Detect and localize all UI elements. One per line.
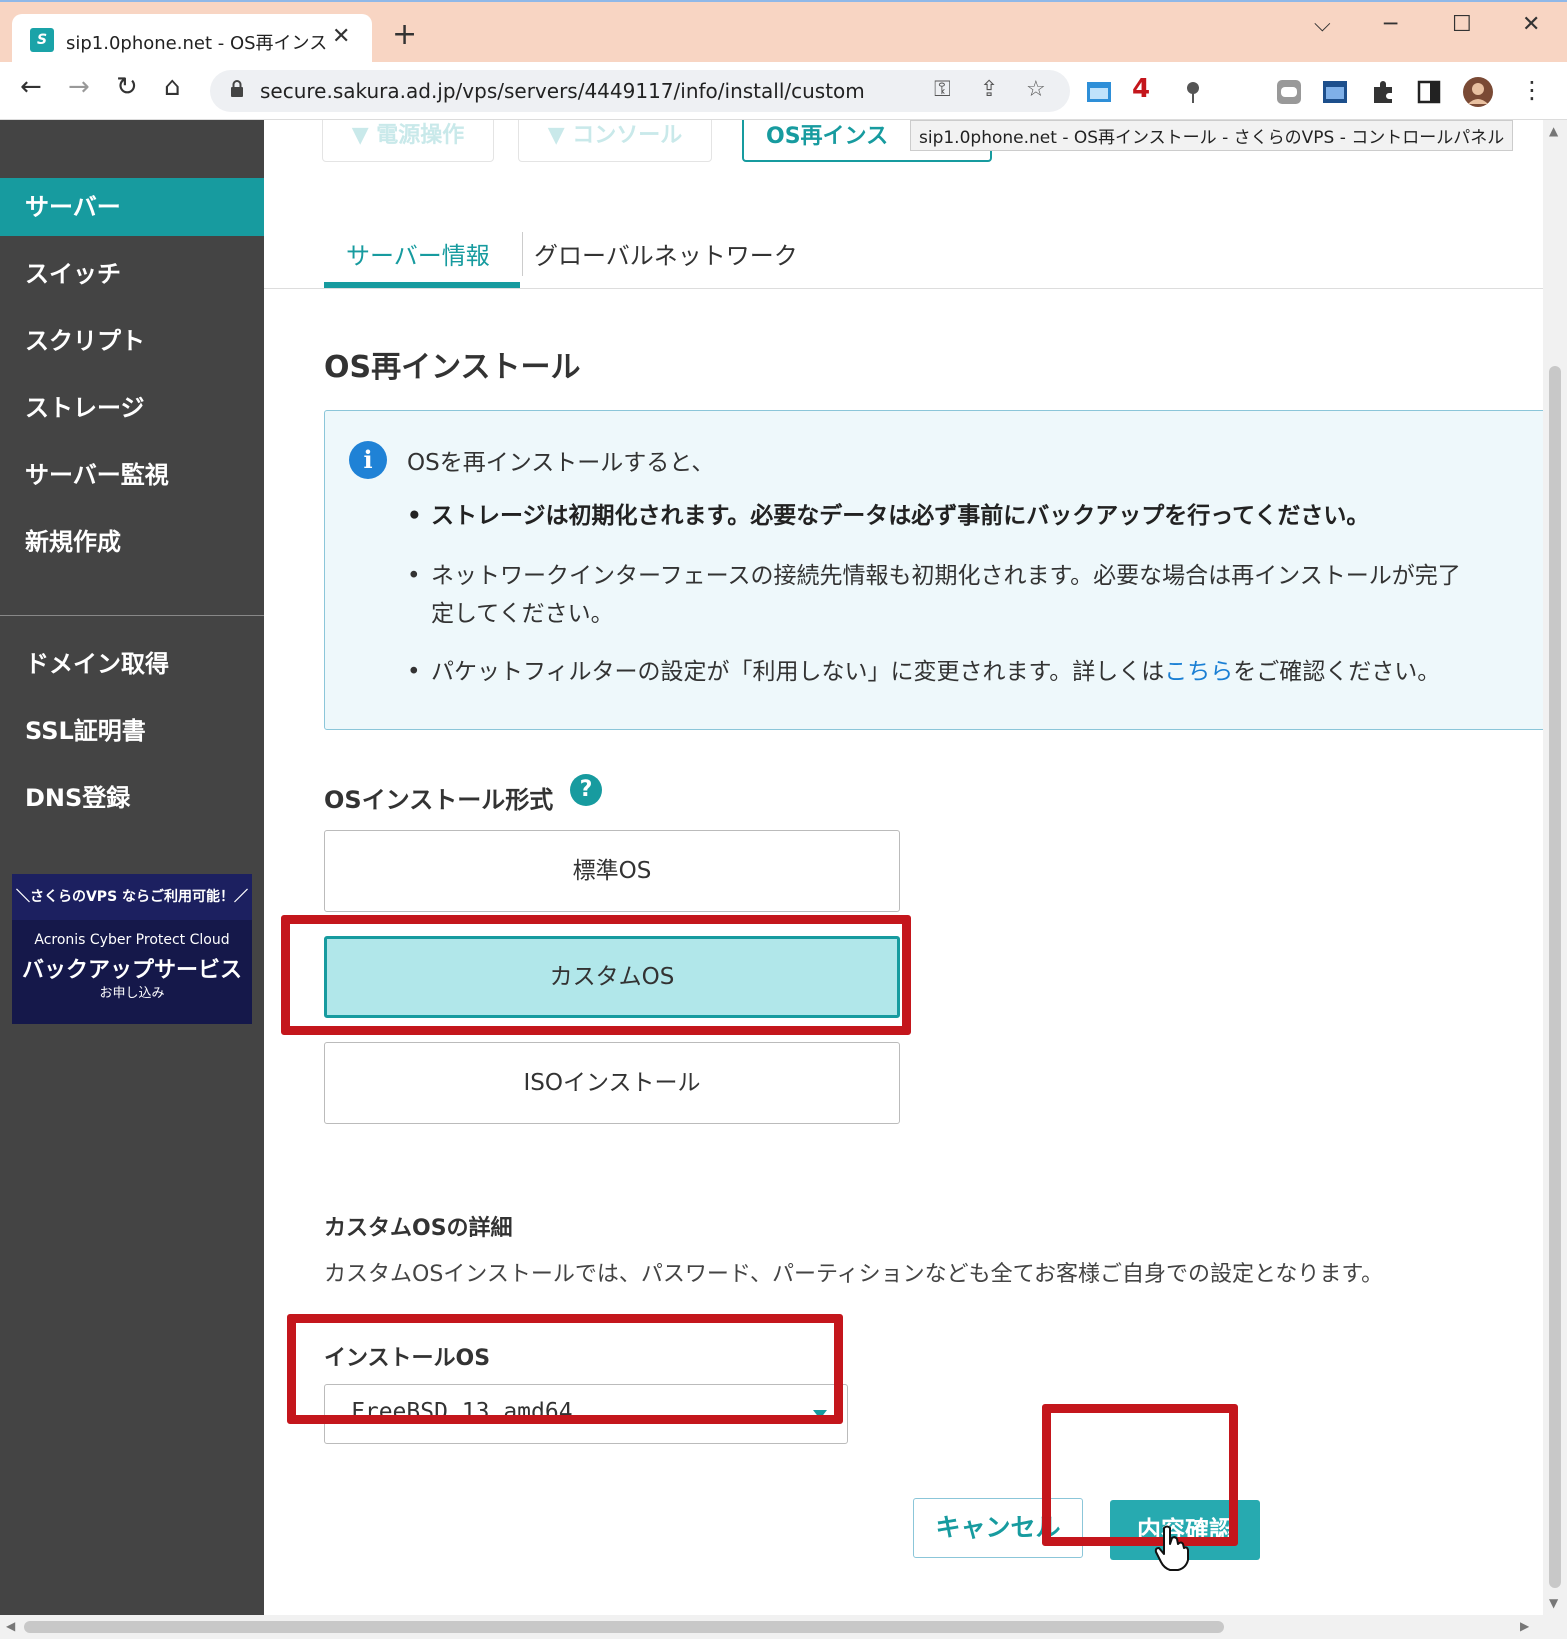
details-link[interactable]: こちら [1164,659,1233,685]
sidebar-item-server[interactable]: サーバー [0,178,264,236]
line-extension-icon[interactable] [1276,79,1302,105]
screenshot-extension-icon[interactable] [1322,79,1348,105]
tab-server-info[interactable]: サーバー情報 [346,236,490,271]
sidebar-item-ssl[interactable]: SSL証明書 [0,702,264,760]
extension-counter-icon[interactable]: 4 [1132,74,1150,104]
sidebar-divider [0,615,264,616]
custom-os-detail-text: カスタムOSインストールでは、パスワード、パーティションなども全てお客様ご自身で… [324,1262,1384,1287]
info-bullet-network-line2: 定してください。 [431,601,614,627]
info-bullet-network: ネットワークインターフェースの接続先情報も初期化されます。必要な場合は再インスト… [407,557,1461,633]
sidebar-item-domain[interactable]: ドメイン取得 [0,635,264,693]
browser-menu-icon[interactable]: ⋮ [1520,76,1544,104]
iso-install-option[interactable]: ISOインストール [324,1042,900,1124]
browser-tab[interactable]: S sip1.0phone.net - OS再インストール ✕ [12,14,372,66]
sidebar-item-storage[interactable]: ストレージ [0,379,264,437]
info-bullet-packet-filter-suffix: をご確認ください。 [1233,659,1441,685]
extensions-puzzle-icon[interactable] [1370,79,1396,105]
backup-service-banner[interactable]: ＼さくらのVPS ならご利用可能！／ Acronis Cyber Protect… [12,874,252,1024]
info-bullet-storage-text: ストレージは初期化されます。必要なデータは必ず事前にバックアップを行ってください… [431,503,1370,529]
sidebar-item-switch[interactable]: スイッチ [0,245,264,303]
info-bullet-packet-filter-text: パケットフィルターの設定が「利用しない」に変更されます。詳しくは [431,659,1165,685]
help-icon[interactable]: ? [570,774,602,806]
forward-icon[interactable]: → [68,74,90,100]
info-bullet-network-line1: ネットワークインターフェースの接続先情報も初期化されます。必要な場合は再インスト… [431,563,1461,589]
vertical-scrollbar[interactable]: ▲ ▼ [1543,120,1567,1615]
scroll-left-icon[interactable]: ◀ [6,1619,15,1633]
scroll-right-icon[interactable]: ▶ [1520,1619,1529,1633]
scroll-down-icon[interactable]: ▼ [1549,1596,1558,1610]
tab-separator [522,232,523,276]
banner-headline: バックアップサービス [21,958,242,983]
window-close-icon[interactable]: ✕ [1522,12,1540,37]
address-bar[interactable]: secure.sakura.ad.jp/vps/servers/4449117/… [210,70,1070,112]
home-icon[interactable]: ⌂ [164,74,181,100]
reload-icon[interactable]: ↻ [116,74,138,100]
standard-os-option[interactable]: 標準OS [324,830,900,912]
tab-title: sip1.0phone.net - OS再インストール [66,33,326,54]
horizontal-scroll-thumb[interactable] [24,1621,1224,1633]
tab-close-icon[interactable]: ✕ [332,24,350,49]
banner-product: Acronis Cyber Protect Cloud [34,932,230,948]
lock-icon [231,80,243,97]
side-panel-icon[interactable] [1416,79,1442,105]
console-menu-button[interactable]: ▼ コンソール [518,120,712,162]
sakura-favicon-icon: S [30,28,54,52]
horizontal-scrollbar[interactable]: ◀ ▶ [0,1615,1567,1639]
main-content: ▼ 電源操作 ▼ コンソール OS再インス sip1.0phone.net - … [264,120,1543,1615]
back-icon[interactable]: ← [20,74,42,100]
highlight-frame-install-os [287,1314,843,1424]
sidebar: サーバー スイッチ スクリプト ストレージ サーバー監視 新規作成 ドメイン取得… [0,120,264,1615]
install-format-label: OSインストール形式 [324,786,554,814]
tab-baseline [264,288,1543,289]
info-icon: i [349,441,387,479]
highlight-frame-custom-os [281,915,911,1035]
maximize-icon[interactable]: ☐ [1452,12,1472,37]
tab-search-icon[interactable]: ⌵ [1314,12,1331,37]
custom-os-detail-title: カスタムOSの詳細 [324,1216,513,1241]
browser-tab-strip: S sip1.0phone.net - OS再インストール ✕ + ⌵ ─ ☐ … [0,0,1567,66]
tab-global-network[interactable]: グローバルネットワーク [534,236,798,271]
banner-cta: お申し込み [99,986,165,1001]
sidebar-item-dns[interactable]: DNS登録 [0,769,264,827]
warning-info-box: i OSを再インストールすると、 ストレージは初期化されます。必要なデータは必ず… [324,410,1543,730]
url-text: secure.sakura.ad.jp/vps/servers/4449117/… [260,79,865,103]
minimize-icon[interactable]: ─ [1384,12,1397,37]
power-menu-button[interactable]: ▼ 電源操作 [322,120,494,162]
vertical-scroll-thumb[interactable] [1549,366,1561,1588]
profile-avatar[interactable] [1462,76,1494,108]
scroll-up-icon[interactable]: ▲ [1549,124,1558,138]
sidebar-item-monitoring[interactable]: サーバー監視 [0,446,264,504]
hand-cursor-icon [1154,1525,1189,1571]
info-bullet-packet-filter: パケットフィルターの設定が「利用しない」に変更されます。詳しくはこちらをご確認く… [407,653,1440,691]
info-intro: OSを再インストールすると、 [407,450,715,476]
sidebar-item-script[interactable]: スクリプト [0,312,264,370]
page-title: OS再インストール [324,350,581,385]
banner-tagline: ＼さくらのVPS ならご利用可能！／ [12,874,252,920]
browser-toolbar: ← → ↻ ⌂ secure.sakura.ad.jp/vps/servers/… [0,62,1567,120]
pin-extension-icon[interactable] [1180,79,1206,105]
extension-window-icon[interactable] [1086,79,1112,105]
new-tab-icon[interactable]: + [392,20,417,50]
highlight-frame-confirm [1042,1404,1238,1546]
bookmark-star-icon[interactable]: ☆ [1026,77,1046,102]
share-icon[interactable]: ⇪ [980,77,998,102]
key-icon[interactable]: ⚿ [934,77,951,102]
tab-tooltip: sip1.0phone.net - OS再インストール - さくらのVPS - … [910,120,1514,151]
info-bullet-storage: ストレージは初期化されます。必要なデータは必ず事前にバックアップを行ってください… [407,497,1369,535]
sidebar-item-create[interactable]: 新規作成 [0,513,264,571]
